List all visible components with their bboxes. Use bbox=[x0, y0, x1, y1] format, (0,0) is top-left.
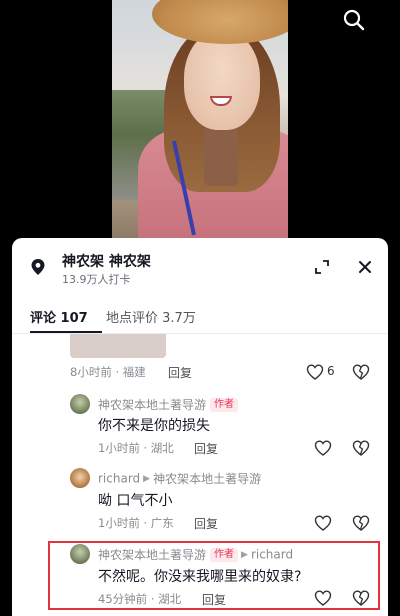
video-player[interactable] bbox=[0, 0, 400, 240]
location-title: 神农架 神农架 bbox=[62, 254, 151, 270]
tab-location-reviews[interactable]: 地点评价 3.7万 bbox=[106, 307, 196, 326]
like-count: 6 bbox=[327, 364, 335, 378]
comment-author-line: richard ▶ 神农架本地土著导游 bbox=[98, 470, 261, 487]
heart-icon[interactable] bbox=[314, 515, 332, 531]
video-frame bbox=[112, 0, 288, 240]
broken-heart-icon[interactable] bbox=[352, 515, 370, 531]
expand-icon[interactable] bbox=[312, 257, 332, 277]
location-header[interactable]: 神农架 神农架 13.9万人打卡 bbox=[12, 238, 388, 292]
comment-time-location: 8小时前 · 福建 bbox=[70, 365, 146, 379]
active-tab-indicator bbox=[30, 331, 102, 333]
broken-heart-icon[interactable] bbox=[352, 364, 370, 380]
reply-button[interactable]: 回复 bbox=[168, 364, 192, 381]
comment-time-location: 1小时前 · 广东 bbox=[98, 516, 174, 530]
heart-icon[interactable] bbox=[306, 364, 324, 380]
reply-arrow-icon: ▶ bbox=[143, 473, 151, 484]
location-checkin-count: 13.9万人打卡 bbox=[62, 273, 131, 286]
comment-text: 呦 口气不小 bbox=[98, 493, 173, 509]
tab-comments[interactable]: 评论 107 bbox=[30, 307, 88, 326]
comment-text: 你不来是你的损失 bbox=[98, 418, 210, 434]
comment-meta: 1小时前 · 湖北 bbox=[98, 440, 198, 456]
tab-bar: 评论 107 地点评价 3.7万 bbox=[12, 300, 388, 334]
reply-button[interactable]: 回复 bbox=[194, 515, 218, 532]
search-icon[interactable] bbox=[342, 8, 366, 32]
comment-author-line: 神农架本地土著导游 作者 bbox=[98, 396, 239, 412]
avatar[interactable] bbox=[70, 468, 90, 488]
video-person-face bbox=[184, 30, 260, 130]
close-icon[interactable] bbox=[355, 257, 375, 277]
author-name[interactable]: richard bbox=[98, 472, 140, 486]
author-name[interactable]: 神农架本地土著导游 bbox=[98, 398, 206, 412]
location-pin-icon bbox=[31, 259, 45, 275]
comment-time-location: 1小时前 · 湖北 bbox=[98, 441, 174, 455]
comment-image-thumbnail[interactable] bbox=[70, 334, 166, 358]
author-badge: 作者 bbox=[210, 397, 239, 412]
highlight-box bbox=[48, 541, 380, 610]
avatar[interactable] bbox=[70, 394, 90, 414]
video-person-shirt bbox=[204, 126, 238, 186]
reply-to-name[interactable]: 神农架本地土著导游 bbox=[153, 472, 261, 486]
broken-heart-icon[interactable] bbox=[352, 440, 370, 456]
video-person-hat bbox=[152, 0, 288, 44]
comment-meta: 1小时前 · 广东 bbox=[98, 515, 198, 531]
heart-icon[interactable] bbox=[314, 440, 332, 456]
reply-button[interactable]: 回复 bbox=[194, 440, 218, 457]
